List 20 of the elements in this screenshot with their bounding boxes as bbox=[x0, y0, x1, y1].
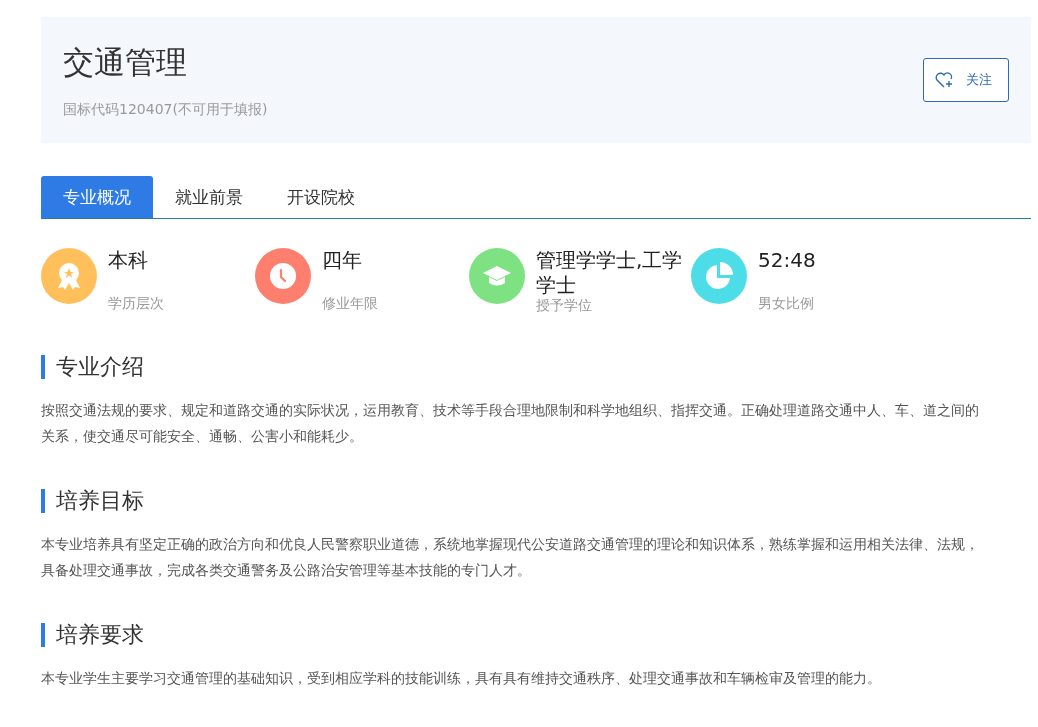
stat-label: 男女比例 bbox=[758, 295, 815, 313]
stat-label: 授予学位 bbox=[536, 297, 593, 315]
stat-value: 52:48 bbox=[758, 248, 817, 274]
tab[interactable]: 专业概况 bbox=[41, 176, 153, 218]
follow-button[interactable]: 关注 bbox=[923, 58, 1009, 102]
stat-value: 本科 bbox=[108, 248, 149, 274]
page-title: 交通管理 bbox=[63, 44, 188, 80]
tab[interactable]: 就业前景 bbox=[153, 176, 265, 218]
stat-label: 修业年限 bbox=[322, 295, 379, 313]
stat-label: 学历层次 bbox=[108, 295, 165, 313]
tab[interactable]: 开设院校 bbox=[265, 176, 377, 218]
section-heading: 专业介绍 bbox=[41, 355, 1031, 379]
section-heading: 培养目标 bbox=[41, 489, 1031, 513]
section-heading: 培养要求 bbox=[41, 623, 1031, 647]
stat-value: 四年 bbox=[322, 248, 363, 274]
section-paragraph: 本专业学生主要学习交通管理的基础知识，受到相应学科的技能训练，具有具有维持交通秩序、处理交通事故和车辆检审及管理的能力。 bbox=[41, 669, 882, 688]
section-paragraph: 本专业培养具有坚定正确的政治方向和优良人民警察职业道德，系统地掌握现代公安道路交通管理的理论和知识体系，熟练掌握和运用相关法律、法规，具备处理交通事故，完成各类交通警务及公路治安管理等基本技能的专门人才。 bbox=[41, 535, 980, 580]
section-paragraph: 按照交通法规的要求、规定和道路交通的实际状况，运用教育、技术等手段合理地限制和科学地组织、指挥交通。正确处理道路交通中人、车、道之间的关系，使交通尽可能安全、通畅、公害小和能耗少。 bbox=[41, 401, 980, 446]
stat-value: 管理学学士,工学学士 bbox=[536, 248, 684, 298]
subtitle: 国标代码120407(不可用于填报) bbox=[63, 101, 268, 120]
